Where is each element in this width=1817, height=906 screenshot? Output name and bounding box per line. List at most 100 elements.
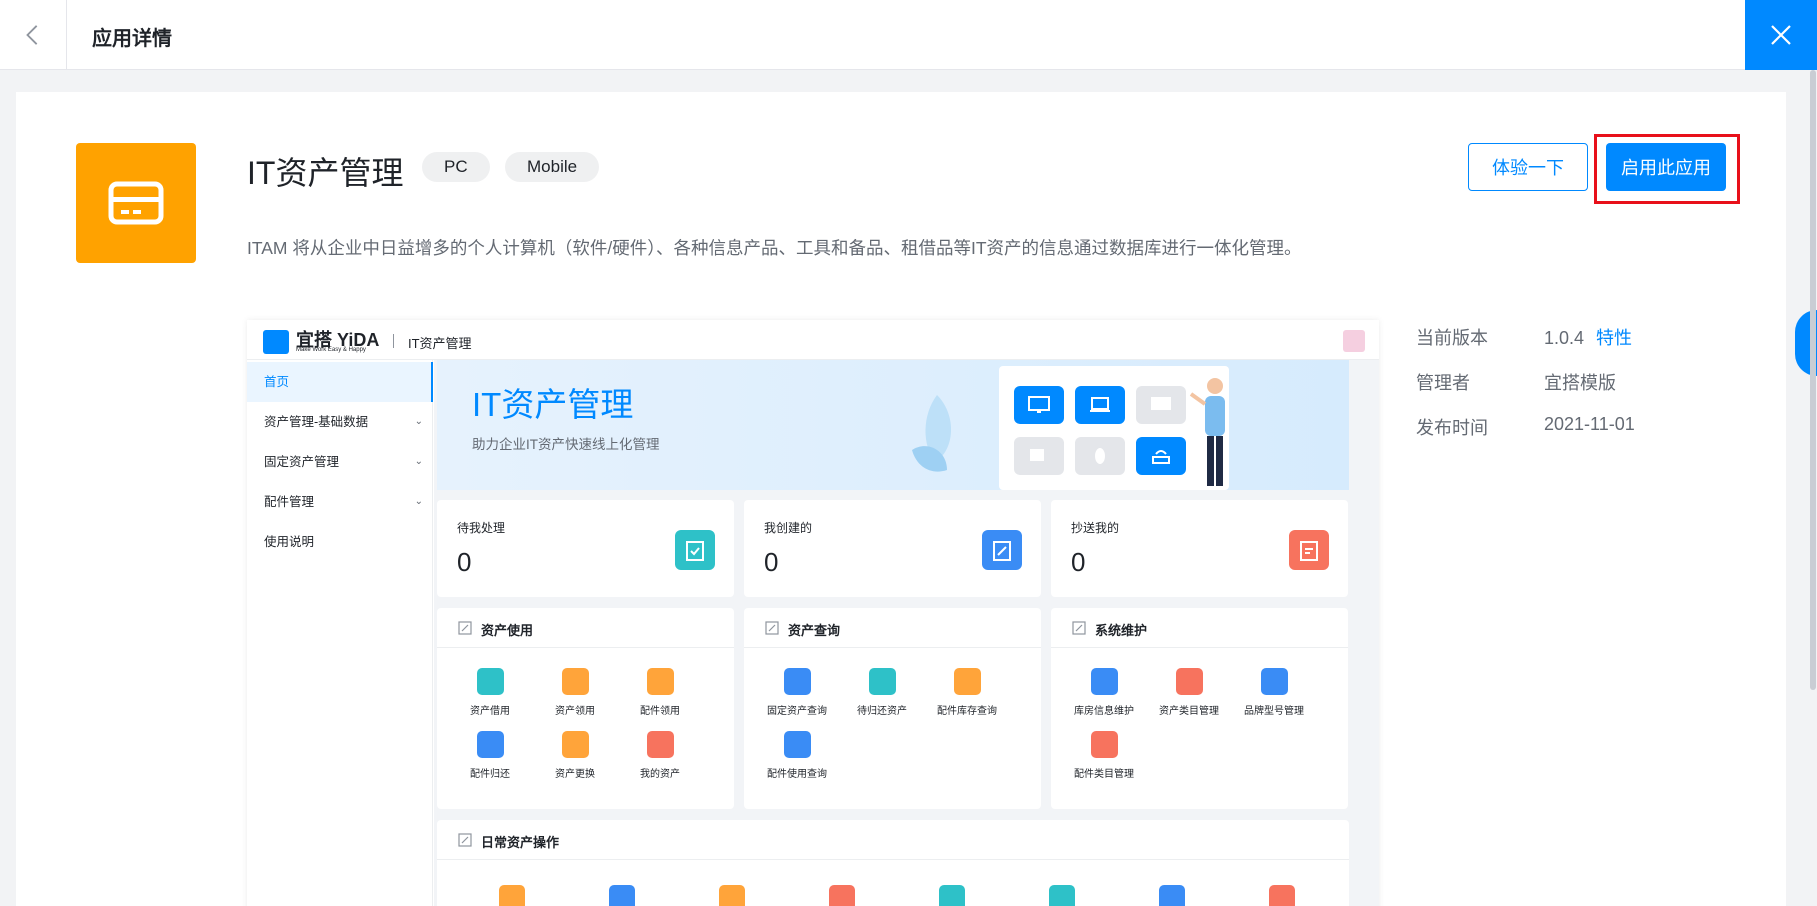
edit-icon bbox=[458, 833, 472, 847]
form-icon[interactable] bbox=[499, 885, 525, 906]
panel-header: 系统维护 bbox=[1051, 608, 1348, 648]
app-name: IT资产管理 bbox=[247, 155, 404, 191]
item-label: 配件库存查询 bbox=[937, 706, 997, 717]
app-preview: 宜搭 YiDA Make Work Easy & Happy IT资产管理 首页… bbox=[247, 320, 1379, 906]
scrollbar-thumb[interactable] bbox=[1810, 70, 1816, 690]
chevron-down-icon: ⌄ bbox=[414, 496, 423, 507]
item-pending-return[interactable]: 待归还资产 bbox=[839, 668, 925, 717]
stat-cc[interactable]: 抄送我的 0 bbox=[1051, 500, 1348, 597]
form-icon[interactable] bbox=[1049, 885, 1075, 906]
devices-illustration bbox=[999, 366, 1229, 490]
item-part-stock-query[interactable]: 配件库存查询 bbox=[924, 668, 1010, 717]
item-my-assets[interactable]: 我的资产 bbox=[617, 731, 703, 780]
form-icon bbox=[1090, 668, 1118, 695]
scrollbar[interactable] bbox=[1809, 70, 1817, 906]
leaf-illustration bbox=[912, 395, 952, 472]
item-label: 待归还资产 bbox=[857, 706, 907, 717]
tag-pc: PC bbox=[422, 152, 490, 182]
item-label: 品牌型号管理 bbox=[1244, 706, 1304, 717]
stat-created[interactable]: 我创建的 0 bbox=[744, 500, 1041, 597]
panel-asset-use: 资产使用 资产借用 资产领用 配件领用 配件归还 资产更换 我的资产 bbox=[437, 608, 734, 809]
item-part-return[interactable]: 配件归还 bbox=[447, 731, 533, 780]
item-asset-category[interactable]: 资产类目管理 bbox=[1146, 668, 1232, 717]
edit-icon bbox=[458, 621, 472, 635]
features-link[interactable]: 特性 bbox=[1596, 328, 1632, 348]
form-icon bbox=[561, 731, 589, 758]
stat-value: 0 bbox=[457, 547, 472, 577]
panel-title: 资产使用 bbox=[481, 623, 534, 638]
panel-asset-query: 资产查询 固定资产查询 待归还资产 配件库存查询 配件使用查询 bbox=[744, 608, 1041, 809]
preview-app-name: IT资产管理 bbox=[408, 336, 472, 351]
item-asset-replace[interactable]: 资产更换 bbox=[532, 731, 618, 780]
admin-label: 管理者 bbox=[1416, 373, 1470, 393]
tag-mobile: Mobile bbox=[505, 152, 600, 182]
stat-label: 待我处理 bbox=[457, 521, 506, 535]
stat-value: 0 bbox=[1071, 547, 1086, 577]
item-fixed-asset-query[interactable]: 固定资产查询 bbox=[754, 668, 840, 717]
panel-daily-operations: 日常资产操作 bbox=[437, 820, 1349, 906]
clipboard-copy-icon bbox=[1289, 530, 1329, 570]
edit-icon bbox=[1072, 621, 1086, 635]
panel-header: 日常资产操作 bbox=[437, 820, 1349, 860]
calendar-check-icon bbox=[868, 668, 896, 695]
version-label: 当前版本 bbox=[1416, 328, 1488, 348]
item-asset-claim[interactable]: 资产领用 bbox=[532, 668, 618, 717]
preview-banner: IT资产管理 助力企业IT资产快速线上化管理 bbox=[437, 360, 1349, 490]
enable-app-button[interactable]: 启用此应用 bbox=[1606, 143, 1726, 191]
app-detail-card: IT资产管理 PC Mobile ITAM 将从企业中日益增多的个人计算机（软件… bbox=[16, 92, 1786, 906]
item-warehouse-info[interactable]: 库房信息维护 bbox=[1061, 668, 1147, 717]
banner-subtitle: 助力企业IT资产快速线上化管理 bbox=[472, 437, 660, 452]
card-icon bbox=[108, 181, 164, 225]
clipboard-icon[interactable] bbox=[1159, 885, 1185, 906]
home-icon bbox=[1260, 668, 1288, 695]
item-label: 配件使用查询 bbox=[767, 769, 827, 780]
item-brand-model[interactable]: 品牌型号管理 bbox=[1231, 668, 1317, 717]
stat-value: 0 bbox=[764, 547, 779, 577]
clock-icon[interactable] bbox=[939, 885, 965, 906]
item-part-category[interactable]: 配件类目管理 bbox=[1061, 731, 1147, 780]
chevron-down-icon: ⌄ bbox=[414, 456, 423, 467]
item-label: 配件类目管理 bbox=[1074, 769, 1134, 780]
form-icon[interactable] bbox=[1269, 885, 1295, 906]
preview-brand-tagline: Make Work Easy & Happy bbox=[296, 347, 366, 353]
globe-icon bbox=[646, 731, 674, 758]
preview-main: IT资产管理 助力企业IT资产快速线上化管理 待我处理 0 我创建的 0 抄送我… bbox=[434, 360, 1379, 906]
box-icon[interactable] bbox=[609, 885, 635, 906]
item-label: 配件领用 bbox=[640, 706, 680, 717]
form-icon[interactable] bbox=[829, 885, 855, 906]
box-icon bbox=[953, 668, 981, 695]
item-label: 资产借用 bbox=[470, 706, 510, 717]
box-icon[interactable] bbox=[719, 885, 745, 906]
item-label: 资产类目管理 bbox=[1159, 706, 1219, 717]
stat-label: 我创建的 bbox=[764, 521, 813, 535]
stat-pending[interactable]: 待我处理 0 bbox=[437, 500, 734, 597]
panel-header: 资产使用 bbox=[437, 608, 734, 648]
preview-nav-basic-data[interactable]: 资产管理-基础数据 ⌄ bbox=[247, 402, 433, 442]
preview-nav-guide[interactable]: 使用说明 bbox=[247, 522, 433, 562]
yida-logo-icon bbox=[263, 330, 289, 354]
publish-label: 发布时间 bbox=[1416, 418, 1488, 438]
item-part-usage-query[interactable]: 配件使用查询 bbox=[754, 731, 840, 780]
preview-nav-fixed-assets[interactable]: 固定资产管理 ⌄ bbox=[247, 442, 433, 482]
preview-nav-parts[interactable]: 配件管理 ⌄ bbox=[247, 482, 433, 522]
publish-value: 2021-11-01 bbox=[1544, 414, 1635, 434]
preview-nav-home[interactable]: 首页 bbox=[247, 362, 433, 402]
banner-title: IT资产管理 bbox=[472, 386, 634, 423]
try-button[interactable]: 体验一下 bbox=[1468, 143, 1588, 191]
box-icon bbox=[646, 668, 674, 695]
page-title: 应用详情 bbox=[92, 28, 172, 50]
form-icon bbox=[1090, 731, 1118, 758]
panel-title: 资产查询 bbox=[788, 623, 841, 638]
monitor-icon bbox=[1014, 386, 1064, 424]
close-button[interactable] bbox=[1745, 0, 1817, 70]
preview-header: 宜搭 YiDA Make Work Easy & Happy IT资产管理 bbox=[247, 320, 1379, 360]
app-description: ITAM 将从企业中日益增多的个人计算机（软件/硬件）、各种信息产品、工具和备品… bbox=[247, 238, 1302, 258]
stat-label: 抄送我的 bbox=[1071, 521, 1120, 535]
item-label: 资产领用 bbox=[555, 706, 595, 717]
item-label: 我的资产 bbox=[640, 769, 680, 780]
box-return-icon bbox=[783, 668, 811, 695]
item-part-claim[interactable]: 配件领用 bbox=[617, 668, 703, 717]
item-asset-borrow[interactable]: 资产借用 bbox=[447, 668, 533, 717]
back-button[interactable] bbox=[0, 0, 67, 70]
item-label: 资产更换 bbox=[555, 769, 595, 780]
